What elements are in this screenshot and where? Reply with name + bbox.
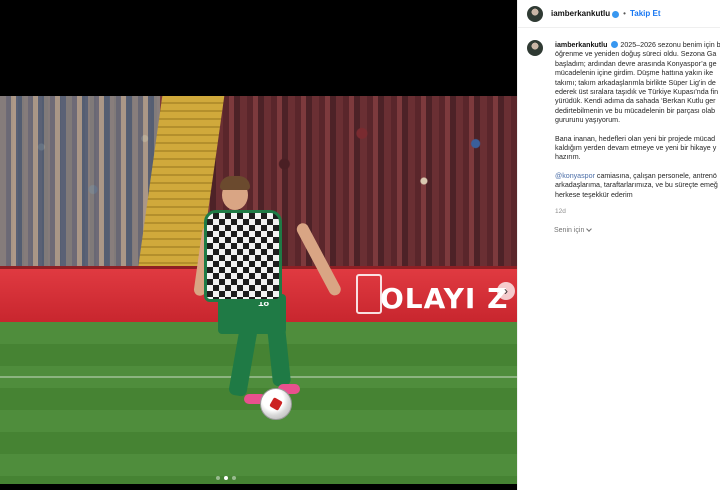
carousel-dot-active [224, 476, 228, 480]
caption-line: gururunu yaşıyorum. [555, 116, 621, 125]
verified-badge-icon [612, 11, 620, 18]
carousel-indicator [216, 476, 236, 480]
caption-line: 2025–2026 sezonu benim için b [620, 41, 720, 49]
post-media-panel[interactable]: OLAYI Z 18 › [0, 0, 517, 490]
post-timestamp[interactable]: 12d [555, 207, 720, 216]
caption-text: iamberkankutlu 2025–2026 sezonu benim iç… [555, 40, 720, 217]
caption-line: dedirtebilmenin ve bu mücadelenin bir pa… [555, 106, 716, 115]
player-hair [220, 176, 250, 190]
caption-line: mücadelenin içine girdim. Düşme hattına … [555, 69, 714, 78]
chevron-right-icon[interactable]: › [497, 282, 515, 300]
verified-badge-icon [611, 41, 619, 48]
translation-toggle[interactable]: Senin için [554, 226, 593, 234]
chevron-down-icon [586, 226, 593, 232]
caption-line: camiasına, çalışan personele, antrenö [594, 171, 717, 180]
translation-label: Senin için [554, 227, 585, 234]
caption-line: ederek üst sıralara taşıdık ve Türkiye K… [555, 88, 719, 97]
caption-line: kaldığım yerden devam etmeye ve yeni bir… [555, 144, 717, 153]
caption-line: yürüdük. Kendi adıma da sahada ‘Berkan K… [555, 97, 716, 106]
separator-dot: • [623, 9, 626, 18]
caption-line: öğrenme ve yeniden doğuş süreci oldu. Se… [555, 50, 717, 59]
football [260, 388, 292, 420]
post-header: iamberkankutlu • Takip Et [518, 0, 720, 28]
avatar[interactable] [527, 40, 543, 56]
caption-line: takımı; takım arkadaşlarımla birlikte Sü… [555, 78, 716, 87]
board-text: OLAYI Z [380, 282, 509, 315]
caption-username[interactable]: iamberkankutlu [555, 41, 607, 49]
follow-button[interactable]: Takip Et [630, 9, 661, 18]
caption-line: arkadaşlarıma, taraftarlarımıza, ve bu s… [555, 181, 718, 190]
player-jersey [204, 210, 282, 302]
mention-link[interactable]: @konyaspor [555, 172, 595, 180]
username-link[interactable]: iamberkankutlu [551, 9, 610, 18]
board-logo [356, 274, 382, 314]
caption-line: hazırım. [555, 153, 581, 162]
stadium-crowd-left [0, 96, 160, 266]
football-player: 18 [193, 176, 343, 426]
avatar[interactable] [527, 5, 543, 22]
post-side-panel: iamberkankutlu • Takip Et iamberkankutlu… [517, 0, 720, 490]
caption-line: başladım; ardından devre arasında Konyas… [555, 59, 717, 68]
player-arm-right [294, 221, 343, 298]
caption-line: herkese teşekkür ederim [555, 190, 633, 199]
post-caption: iamberkankutlu 2025–2026 sezonu benim iç… [527, 40, 720, 217]
carousel-dot [216, 476, 220, 480]
carousel-dot [232, 476, 236, 480]
player-leg-left [228, 324, 258, 398]
caption-line: Bana inanan, hedefleri olan yeni bir pro… [555, 134, 716, 143]
